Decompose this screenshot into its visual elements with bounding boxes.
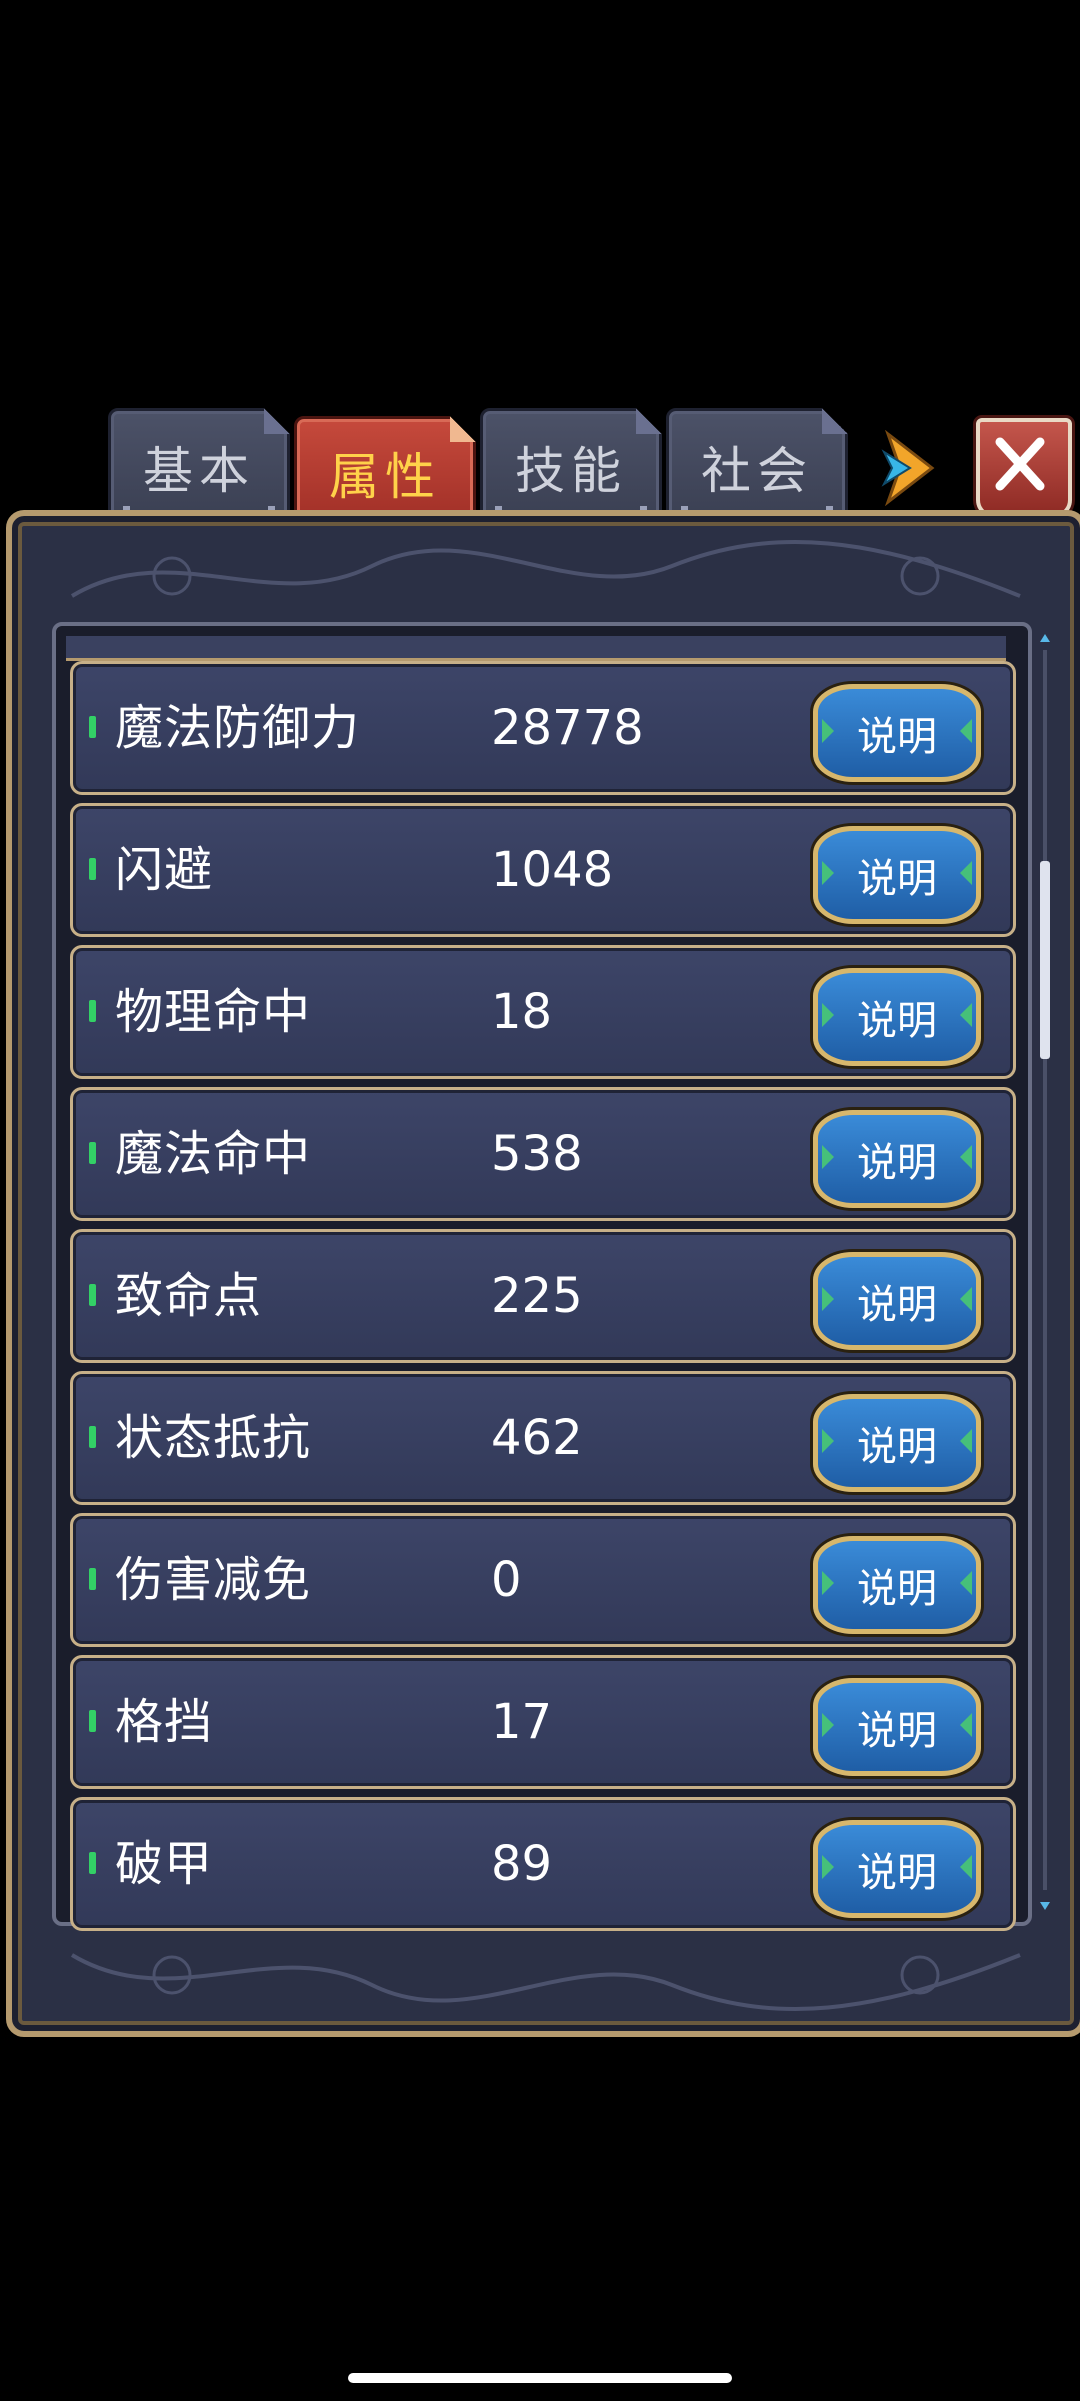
info-button[interactable]: 说明 [813, 1536, 981, 1634]
attribute-row: 物理命中 18 说明 [70, 945, 1016, 1079]
attribute-row: 状态抵抗 462 说明 [70, 1371, 1016, 1505]
ornament-decoration [70, 1953, 1021, 2011]
attribute-value: 89 [491, 1836, 553, 1892]
attribute-row: 伤害减免 0 说明 [70, 1513, 1016, 1647]
home-indicator [348, 2373, 732, 2383]
scrollbar[interactable] [1039, 632, 1051, 1912]
row-marker [89, 1142, 96, 1164]
info-button[interactable]: 说明 [813, 826, 981, 924]
row-marker [89, 858, 96, 880]
scroll-track [1043, 650, 1047, 1890]
attribute-row: 格挡 17 说明 [70, 1655, 1016, 1789]
attribute-name: 致命点 [115, 1268, 263, 1324]
row-marker [89, 1000, 96, 1022]
info-button[interactable]: 说明 [813, 1110, 981, 1208]
list-top-edge [66, 636, 1006, 661]
attribute-value: 462 [491, 1410, 583, 1466]
attribute-row: 魔法命中 538 说明 [70, 1087, 1016, 1221]
info-button[interactable]: 说明 [813, 1820, 981, 1918]
scroll-thumb[interactable] [1040, 860, 1050, 1060]
row-marker [89, 1568, 96, 1590]
arrow-right-icon[interactable] [880, 429, 942, 507]
attribute-row: 破甲 89 说明 [70, 1797, 1016, 1931]
attribute-name: 魔法命中 [115, 1126, 312, 1182]
attribute-name: 魔法防御力 [115, 700, 361, 756]
row-marker [89, 1284, 96, 1306]
row-marker [89, 716, 96, 738]
row-marker [89, 1426, 96, 1448]
attribute-name: 闪避 [115, 842, 214, 898]
tab-basic-label: 基本 [143, 442, 255, 500]
attribute-name: 物理命中 [115, 984, 312, 1040]
tab-basic[interactable]: 基本 [108, 408, 290, 526]
scroll-up-icon[interactable] [1039, 632, 1051, 644]
tab-attributes-label: 属性 [329, 448, 441, 506]
row-marker [89, 1852, 96, 1874]
info-button[interactable]: 说明 [813, 968, 981, 1066]
scroll-down-icon[interactable] [1039, 1900, 1051, 1912]
attribute-value: 17 [491, 1694, 553, 1750]
attribute-value: 225 [491, 1268, 583, 1324]
tab-skills[interactable]: 技能 [480, 408, 662, 526]
tab-social[interactable]: 社会 [666, 408, 848, 526]
info-button[interactable]: 说明 [813, 1394, 981, 1492]
attribute-row: 致命点 225 说明 [70, 1229, 1016, 1363]
attribute-name: 破甲 [115, 1836, 214, 1892]
attribute-value: 0 [491, 1552, 522, 1608]
close-button[interactable] [976, 418, 1072, 518]
info-button[interactable]: 说明 [813, 1678, 981, 1776]
attribute-value: 28778 [491, 700, 644, 756]
attribute-value: 1048 [491, 842, 614, 898]
close-icon [995, 437, 1045, 491]
attribute-row: 魔法防御力 28778 说明 [70, 661, 1016, 795]
tab-skills-label: 技能 [515, 442, 627, 500]
row-marker [89, 1710, 96, 1732]
attribute-name: 状态抵抗 [115, 1410, 312, 1466]
game-screen: 基本 属性 技能 社会 魔法防御力 28778 说明 闪避 1048 说明 物理… [0, 0, 1080, 2401]
attribute-value: 18 [491, 984, 553, 1040]
attribute-name: 伤害减免 [115, 1552, 312, 1608]
tab-social-label: 社会 [701, 442, 813, 500]
attribute-value: 538 [491, 1126, 583, 1182]
ornament-decoration [70, 540, 1021, 598]
attribute-name: 格挡 [115, 1694, 214, 1750]
info-button[interactable]: 说明 [813, 1252, 981, 1350]
attribute-row: 闪避 1048 说明 [70, 803, 1016, 937]
info-button[interactable]: 说明 [813, 684, 981, 782]
